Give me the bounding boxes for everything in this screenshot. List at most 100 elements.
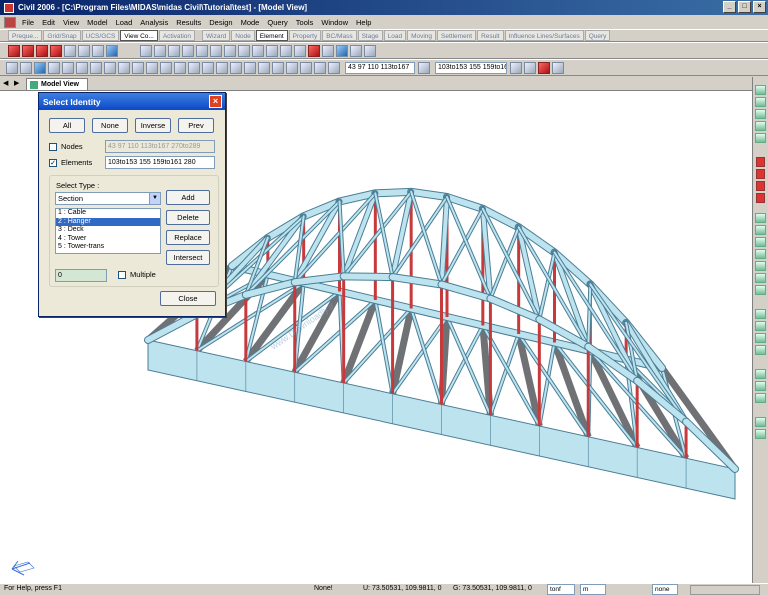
- tab-preque[interactable]: Preque...: [8, 30, 43, 41]
- zoom-fit-icon[interactable]: [104, 61, 116, 74]
- perspective-icon[interactable]: [36, 44, 48, 57]
- divide-icon[interactable]: [210, 44, 222, 57]
- select-window-icon[interactable]: [188, 61, 200, 74]
- menu-edit[interactable]: Edit: [38, 18, 59, 27]
- tab-scroll-left-icon[interactable]: ◀: [3, 79, 8, 87]
- nodes-field[interactable]: 43 97 110 113to167 270to289: [105, 140, 215, 153]
- count-field[interactable]: 0: [55, 269, 107, 282]
- all-button[interactable]: All: [49, 118, 85, 133]
- rotate-down-icon[interactable]: [755, 345, 766, 355]
- font-icon[interactable]: [92, 44, 104, 57]
- section-icon[interactable]: [336, 44, 348, 57]
- minimize-button[interactable]: _: [723, 1, 736, 13]
- chevron-down-icon[interactable]: ▼: [149, 193, 160, 204]
- unlock-icon[interactable]: [552, 61, 564, 74]
- delete-element-icon[interactable]: [308, 44, 320, 57]
- open-file-icon[interactable]: [20, 61, 32, 74]
- list-item[interactable]: 5 : Tower-trans: [56, 243, 160, 252]
- front-view-icon[interactable]: [146, 61, 158, 74]
- translate-icon[interactable]: [168, 44, 180, 57]
- hidden-view-icon[interactable]: [8, 44, 20, 57]
- element-selection-field[interactable]: 103to153 155 159to161: [435, 61, 507, 74]
- tab-node[interactable]: Node: [231, 30, 255, 41]
- tab-scroll-right-icon[interactable]: ▶: [14, 79, 19, 87]
- extrude-icon[interactable]: [238, 44, 250, 57]
- select-side-icon[interactable]: [755, 369, 766, 379]
- undo-icon[interactable]: [48, 61, 60, 74]
- menu-results[interactable]: Results: [172, 18, 205, 27]
- element-table-icon[interactable]: [322, 44, 334, 57]
- maximize-button[interactable]: □: [738, 1, 751, 13]
- move-icon[interactable]: [755, 417, 766, 427]
- close-dialog-button[interactable]: Close: [160, 291, 216, 306]
- view-right-icon[interactable]: [755, 273, 766, 283]
- zoom-out-icon[interactable]: [755, 97, 766, 107]
- options-icon[interactable]: [524, 61, 536, 74]
- select-polygon-icon[interactable]: [202, 61, 214, 74]
- renumber-icon[interactable]: [280, 44, 292, 57]
- shrink-icon[interactable]: [22, 44, 34, 57]
- view-back-icon[interactable]: [755, 225, 766, 235]
- tab-model-view[interactable]: Model View: [26, 78, 88, 90]
- menu-query[interactable]: Query: [263, 18, 291, 27]
- select-type-dropdown[interactable]: Section ▼: [55, 192, 161, 205]
- unselect-all-icon[interactable]: [286, 61, 298, 74]
- list-item[interactable]: 3 : Deck: [56, 226, 160, 235]
- menu-file[interactable]: File: [18, 18, 38, 27]
- rotate-up-icon[interactable]: [755, 333, 766, 343]
- menu-window[interactable]: Window: [317, 18, 352, 27]
- view-point-icon[interactable]: [106, 44, 118, 57]
- node-select-icon[interactable]: [328, 61, 340, 74]
- section-listbox[interactable]: 1 : Cable 2 : Hanger 3 : Deck 4 : Tower 5 : …: [55, 208, 161, 254]
- dialog-close-icon[interactable]: ×: [209, 95, 222, 108]
- tab-influence-lines[interactable]: Influence Lines/Surfaces: [504, 30, 584, 41]
- menu-analysis[interactable]: Analysis: [136, 18, 172, 27]
- select-plane-icon[interactable]: [230, 61, 242, 74]
- none-select[interactable]: none: [652, 584, 678, 595]
- replace-button[interactable]: Replace: [166, 230, 210, 245]
- rotate-icon[interactable]: [182, 44, 194, 57]
- menu-tools[interactable]: Tools: [292, 18, 318, 27]
- prev-button[interactable]: Prev: [178, 118, 214, 133]
- lock-icon[interactable]: [538, 61, 550, 74]
- tab-activation[interactable]: Activation: [158, 30, 195, 41]
- change-parameter-icon[interactable]: [266, 44, 278, 57]
- arrow-left-icon[interactable]: [756, 181, 765, 191]
- top-view-icon[interactable]: [160, 61, 172, 74]
- menu-model[interactable]: Model: [83, 18, 111, 27]
- menu-mode[interactable]: Mode: [237, 18, 264, 27]
- tab-ucs-gcs[interactable]: UCS/GCS: [81, 30, 120, 41]
- rotate-right-icon[interactable]: [755, 321, 766, 331]
- pan-icon[interactable]: [118, 61, 130, 74]
- render-icon[interactable]: [50, 44, 62, 57]
- multiple-checkbox[interactable]: [118, 271, 126, 279]
- select-volume-icon[interactable]: [244, 61, 256, 74]
- elements-field[interactable]: 103to153 155 159to161 280: [105, 156, 215, 169]
- view-left-icon[interactable]: [755, 261, 766, 271]
- check-icon[interactable]: [364, 44, 376, 57]
- list-item[interactable]: 4 : Tower: [56, 235, 160, 244]
- node-icon[interactable]: [140, 44, 152, 57]
- arrow-down-icon[interactable]: [756, 169, 765, 179]
- mirror-icon[interactable]: [196, 44, 208, 57]
- zoom-window-icon[interactable]: [90, 61, 102, 74]
- nodes-checkbox[interactable]: [49, 143, 57, 151]
- menu-view[interactable]: View: [59, 18, 83, 27]
- tab-load[interactable]: Load: [383, 30, 407, 41]
- element-select-icon[interactable]: [418, 61, 430, 74]
- node-selection-field[interactable]: 43 97 110 113to167: [345, 61, 415, 74]
- intersect-icon[interactable]: [252, 44, 264, 57]
- list-item[interactable]: 1 : Cable: [56, 209, 160, 218]
- tab-bc-mass[interactable]: BC/Mass: [322, 30, 357, 41]
- tab-settlement[interactable]: Settlement: [437, 30, 477, 41]
- rotate-view-icon[interactable]: [132, 61, 144, 74]
- redo-icon[interactable]: [62, 61, 74, 74]
- zoom-in-icon[interactable]: [755, 85, 766, 95]
- view-front-icon[interactable]: [755, 213, 766, 223]
- print-icon[interactable]: [76, 61, 88, 74]
- create-element-icon[interactable]: [154, 44, 166, 57]
- inverse-button[interactable]: Inverse: [135, 118, 171, 133]
- document-icon[interactable]: [4, 16, 16, 28]
- display-icon[interactable]: [64, 44, 76, 57]
- menu-load[interactable]: Load: [112, 18, 137, 27]
